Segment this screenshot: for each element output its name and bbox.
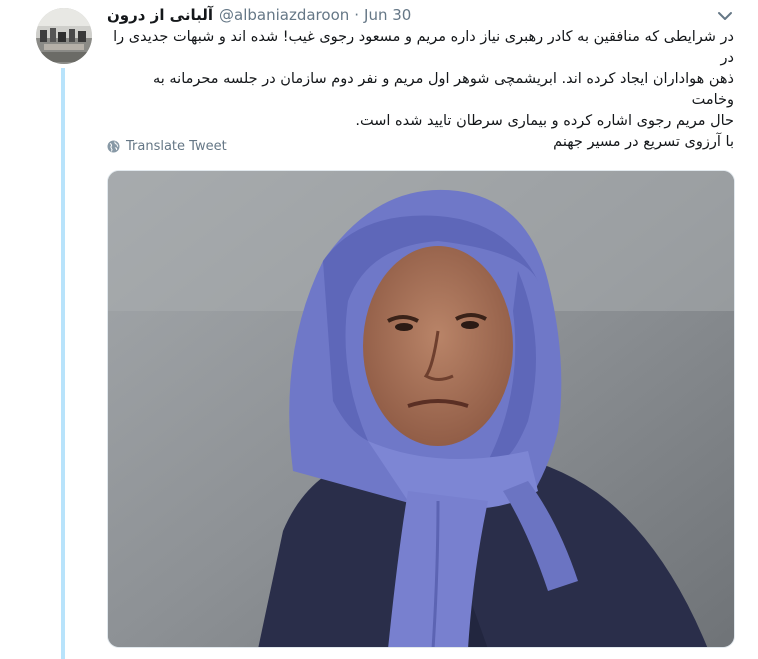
- tweet-date[interactable]: Jun 30: [364, 6, 411, 24]
- translate-tweet-link[interactable]: Translate Tweet: [107, 136, 227, 156]
- tweet: آلبانی از درون @albaniazdaroon · Jun 30 …: [0, 0, 758, 659]
- tweet-text-line: ذهن هواداران ایجاد کرده اند. ابریشمچی شو…: [152, 71, 734, 108]
- display-name[interactable]: آلبانی از درون: [107, 6, 213, 24]
- tweet-photo[interactable]: [107, 170, 735, 648]
- tweet-text: در شرایطی که منافقین به کادر رهبری نیاز …: [107, 27, 734, 153]
- tweet-text-line: در شرایطی که منافقین به کادر رهبری نیاز …: [113, 29, 734, 66]
- tweet-header: آلبانی از درون @albaniazdaroon · Jun 30: [107, 4, 411, 26]
- translate-tweet-label: Translate Tweet: [126, 138, 227, 154]
- more-options-button[interactable]: [716, 8, 734, 22]
- thread-line: [61, 68, 65, 659]
- avatar-image: [36, 8, 92, 64]
- header-separator: ·: [354, 6, 360, 24]
- photo-woman-in-blue-hijab: [108, 171, 734, 647]
- tweet-text-line: حال مریم رجوی اشاره کرده و بیماری سرطان …: [355, 113, 734, 129]
- globe-icon: [107, 140, 120, 152]
- user-handle[interactable]: @albaniazdaroon: [219, 6, 349, 24]
- avatar[interactable]: [36, 8, 92, 64]
- chevron-down-icon: [718, 12, 732, 20]
